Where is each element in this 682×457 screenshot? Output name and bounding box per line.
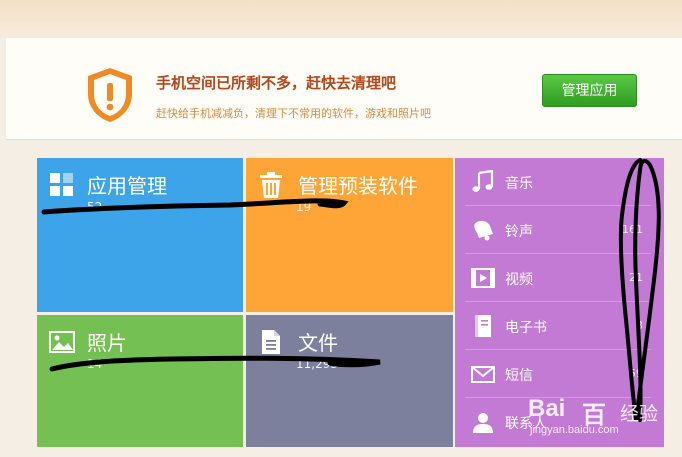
music-note-icon <box>472 170 494 192</box>
media-item-label: 铃声 <box>505 224 533 240</box>
tile-app-management[interactable]: 应用管理 52 <box>37 158 243 312</box>
document-icon <box>262 330 280 354</box>
envelope-icon <box>471 366 495 383</box>
banner-subtitle: 赶快给手机减减负，清理下不常用的软件，游戏和照片吧 <box>156 107 431 120</box>
tile-preinstalled-software[interactable]: 管理预装软件 19 <box>246 158 453 312</box>
film-icon <box>471 268 495 288</box>
bell-icon <box>474 220 493 241</box>
manage-apps-button[interactable]: 管理应用 <box>542 74 637 107</box>
media-list: 音乐 铃声 161 视频 21 电子书 3 短信 59 联系人 <box>455 158 664 447</box>
media-item-count: 3 <box>636 319 643 332</box>
tile-count: 19 <box>296 200 312 214</box>
tile-count: 52 <box>87 200 103 214</box>
tile-title: 照片 <box>87 331 127 355</box>
media-item-label: 联系人 <box>505 416 547 432</box>
image-icon <box>49 331 75 353</box>
trash-icon <box>260 172 282 198</box>
tile-title: 管理预装软件 <box>298 174 418 198</box>
tile-title: 应用管理 <box>87 174 167 198</box>
media-item-count: 21 <box>629 271 643 284</box>
tile-photos[interactable]: 照片 14 <box>37 315 243 447</box>
grid-icon <box>50 173 73 196</box>
contact-icon <box>473 413 493 433</box>
media-item-count: 161 <box>622 223 643 236</box>
media-item-label: 音乐 <box>505 176 533 192</box>
top-band <box>0 0 682 38</box>
tile-title: 文件 <box>298 331 338 355</box>
tile-count: 14 <box>87 357 103 371</box>
media-item-ringtones[interactable]: 铃声 161 <box>465 206 651 254</box>
media-item-music[interactable]: 音乐 <box>465 158 651 206</box>
media-item-label: 视频 <box>505 272 533 288</box>
media-item-ebooks[interactable]: 电子书 3 <box>465 302 651 350</box>
storage-warning-banner: 手机空间已所剩不多，赶快去清理吧 赶快给手机减减负，清理下不常用的软件，游戏和照… <box>6 38 682 140</box>
book-icon <box>475 315 491 337</box>
tile-files[interactable]: 文件 11,293 <box>246 315 453 447</box>
media-item-sms[interactable]: 短信 59 <box>465 350 651 398</box>
banner-title: 手机空间已所剩不多，赶快去清理吧 <box>156 74 397 92</box>
media-item-count: 59 <box>629 367 643 380</box>
media-item-contacts[interactable]: 联系人 <box>465 398 651 446</box>
media-item-label: 短信 <box>505 368 533 384</box>
shield-warning-icon <box>88 68 132 122</box>
media-item-label: 电子书 <box>505 320 547 336</box>
tile-count: 11,293 <box>296 357 338 371</box>
media-item-videos[interactable]: 视频 21 <box>465 254 651 302</box>
